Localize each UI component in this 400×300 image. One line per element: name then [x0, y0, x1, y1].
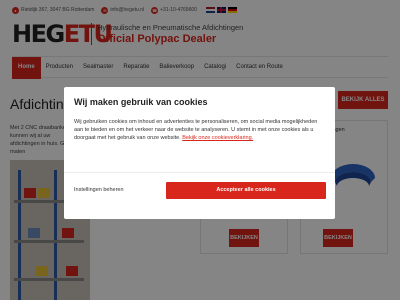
cookie-text: Wij gebruiken cookies om inhoud en adver… — [74, 118, 326, 142]
manage-settings-button[interactable]: Instellingen beheren — [74, 187, 124, 193]
cookie-dialog: Wij maken gebruik van cookies Wij gebrui… — [64, 87, 335, 219]
cookie-policy-link[interactable]: Bekijk onze cookieverklaring. — [182, 135, 253, 141]
cookie-divider — [64, 172, 335, 173]
cookie-title: Wij maken gebruik van cookies — [74, 97, 208, 107]
accept-cookies-button[interactable]: Accepteer alle cookies — [166, 182, 326, 199]
